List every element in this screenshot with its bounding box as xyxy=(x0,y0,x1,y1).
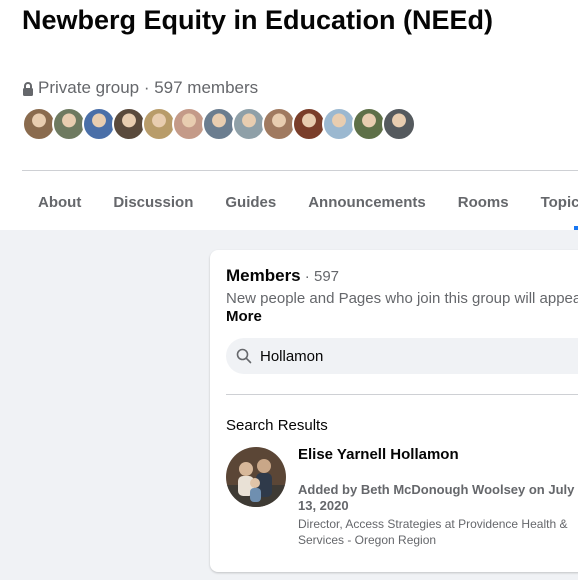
group-title: Newberg Equity in Education (NEEd) xyxy=(22,5,494,35)
members-description: New people and Pages who join this group… xyxy=(226,290,578,307)
member-avatar[interactable] xyxy=(322,107,356,141)
member-avatar[interactable] xyxy=(82,107,116,141)
tab-about[interactable]: About xyxy=(22,174,97,230)
member-avatar[interactable] xyxy=(382,107,416,141)
member-avatar[interactable] xyxy=(112,107,146,141)
card-divider xyxy=(226,394,578,395)
search-results-heading: Search Results xyxy=(226,417,328,434)
tab-announcements[interactable]: Announcements xyxy=(292,174,442,230)
tab-discussion[interactable]: Discussion xyxy=(97,174,209,230)
group-tabs: About Discussion Guides Announcements Ro… xyxy=(22,174,578,230)
search-icon xyxy=(236,348,252,364)
group-meta: Private group · 597 members xyxy=(22,78,258,98)
member-avatar[interactable] xyxy=(22,107,56,141)
member-search-input[interactable] xyxy=(258,346,562,366)
member-avatar[interactable] xyxy=(262,107,296,141)
members-count: · 597 xyxy=(300,268,339,285)
member-avatar[interactable] xyxy=(142,107,176,141)
member-job-title: Director, Access Strategies at Providenc… xyxy=(298,517,568,547)
more-link[interactable]: More xyxy=(226,308,262,325)
tab-active-indicator xyxy=(574,226,578,230)
member-avatar[interactable] xyxy=(292,107,326,141)
member-avatar[interactable] xyxy=(52,107,86,141)
member-avatar[interactable] xyxy=(202,107,236,141)
group-meta-text: Private group · 597 members xyxy=(38,78,259,97)
members-heading: Members · 597 xyxy=(226,266,339,286)
members-title: Members xyxy=(226,266,301,285)
member-avatar[interactable] xyxy=(352,107,386,141)
header-divider xyxy=(22,170,578,171)
member-added-info: Added by Beth McDonough Woolsey on July … xyxy=(298,482,575,513)
avatar[interactable] xyxy=(226,447,286,507)
member-avatar[interactable] xyxy=(172,107,206,141)
tab-guides[interactable]: Guides xyxy=(209,174,292,230)
member-avatars[interactable] xyxy=(22,107,416,141)
lock-icon xyxy=(22,81,34,96)
search-result-item[interactable]: Elise Yarnell Hollamon Added by Beth McD… xyxy=(226,446,578,556)
tab-topics[interactable]: Topics xyxy=(525,174,578,230)
member-name-link[interactable]: Elise Yarnell Hollamon xyxy=(298,446,459,463)
tab-rooms[interactable]: Rooms xyxy=(442,174,525,230)
group-header: Newberg Equity in Education (NEEd) Priva… xyxy=(0,0,578,230)
members-card: Members · 597 New people and Pages who j… xyxy=(210,250,578,572)
member-avatar[interactable] xyxy=(232,107,266,141)
member-search[interactable] xyxy=(226,338,578,374)
